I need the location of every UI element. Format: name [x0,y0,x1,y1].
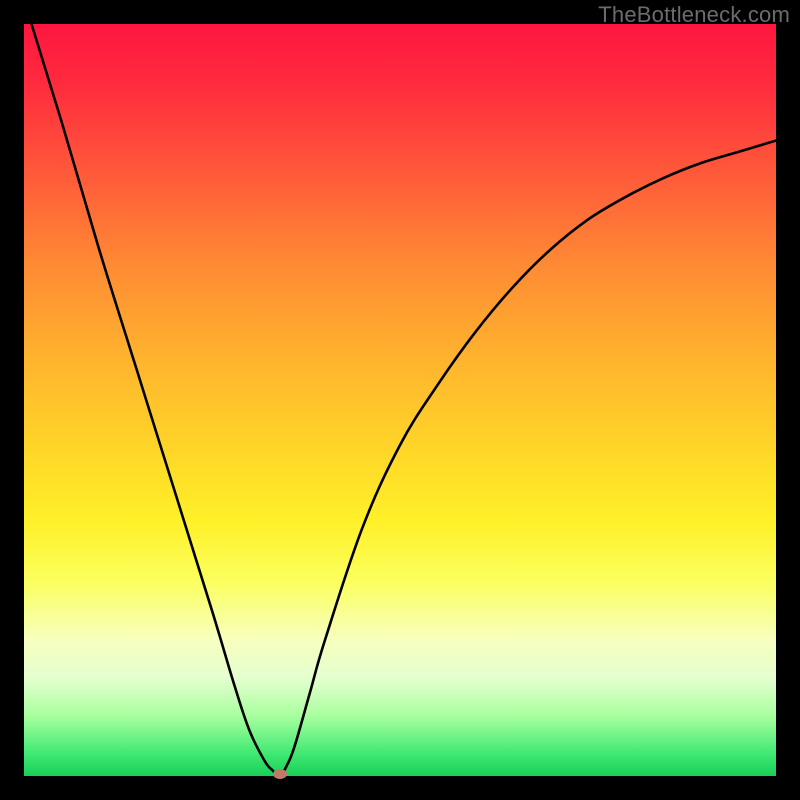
chart-frame: TheBottleneck.com [0,0,800,800]
bottleneck-curve [24,24,776,776]
minimum-marker [273,769,287,779]
plot-area [24,24,776,776]
